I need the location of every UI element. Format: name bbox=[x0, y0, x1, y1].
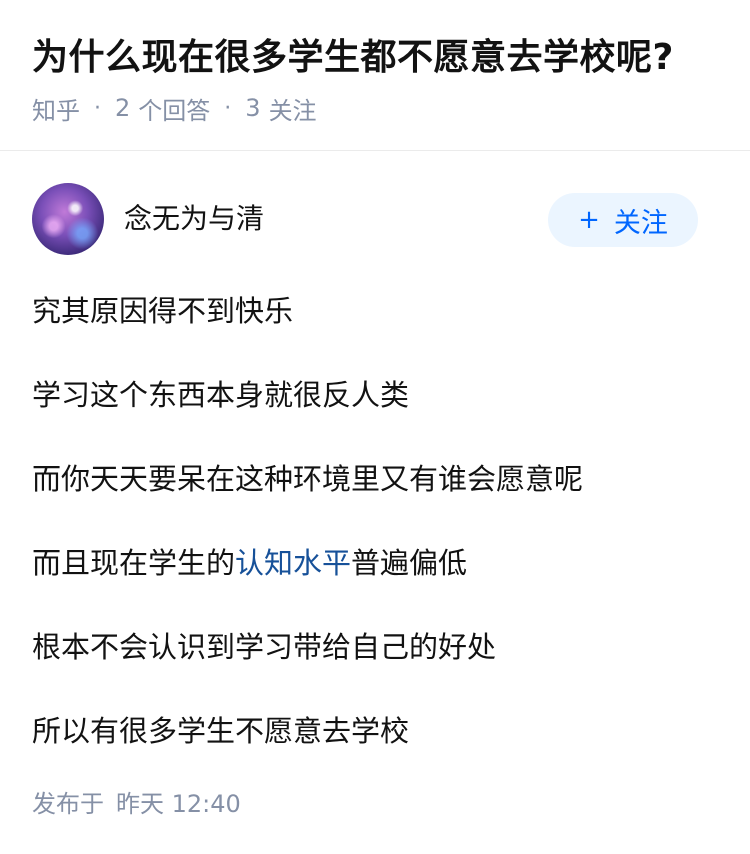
question-header: 为什么现在很多学生都不愿意去学校呢? 知乎 · 2 个回答 · 3 关注 bbox=[0, 0, 750, 126]
answer-paragraph: 而你天天要呆在这种环境里又有谁会愿意呢 bbox=[32, 462, 584, 496]
answer-paragraph: 所以有很多学生不愿意去学校 bbox=[32, 714, 410, 748]
paragraph-text: 普遍偏低 bbox=[351, 546, 468, 580]
answer-count: 2 bbox=[115, 94, 131, 122]
source-label[interactable]: 知乎 bbox=[32, 91, 80, 126]
publish-time: 昨天 12:40 bbox=[116, 790, 241, 818]
question-title[interactable]: 为什么现在很多学生都不愿意去学校呢? bbox=[32, 32, 718, 84]
answer-count-label[interactable]: 个回答 bbox=[138, 91, 210, 126]
answer-content: 究其原因得不到快乐 学习这个东西本身就很反人类 而你天天要呆在这种环境里又有谁会… bbox=[0, 291, 750, 751]
follower-count-label[interactable]: 关注 bbox=[269, 91, 317, 126]
author-bar: 念无为与清 + 关注 bbox=[0, 151, 750, 291]
question-meta: 知乎 · 2 个回答 · 3 关注 bbox=[32, 90, 718, 126]
answer-paragraph: 学习这个东西本身就很反人类 bbox=[32, 378, 410, 412]
keyword-link[interactable]: 认知水平 bbox=[235, 546, 351, 580]
paragraph-text: 而且现在学生的 bbox=[32, 546, 236, 580]
meta-separator: · bbox=[94, 95, 101, 121]
follow-button[interactable]: + 关注 bbox=[548, 193, 698, 247]
answer-paragraph: 而且现在学生的认知水平普遍偏低 bbox=[32, 543, 718, 583]
publish-info: 发布于 昨天 12:40 bbox=[32, 787, 241, 821]
answer-card: 念无为与清 + 关注 究其原因得不到快乐 学习这个东西本身就很反人类 而你天天要… bbox=[0, 151, 750, 818]
follower-count: 3 bbox=[245, 94, 261, 122]
follow-button-label: 关注 bbox=[613, 207, 668, 239]
publish-label: 发布于 bbox=[32, 790, 104, 818]
avatar[interactable] bbox=[32, 183, 104, 255]
answer-paragraph: 根本不会认识到学习带给自己的好处 bbox=[32, 630, 497, 664]
plus-icon: + bbox=[578, 205, 600, 235]
meta-separator: · bbox=[224, 95, 232, 121]
author-name[interactable]: 念无为与清 bbox=[124, 199, 264, 239]
answer-paragraph: 究其原因得不到快乐 bbox=[32, 294, 294, 328]
